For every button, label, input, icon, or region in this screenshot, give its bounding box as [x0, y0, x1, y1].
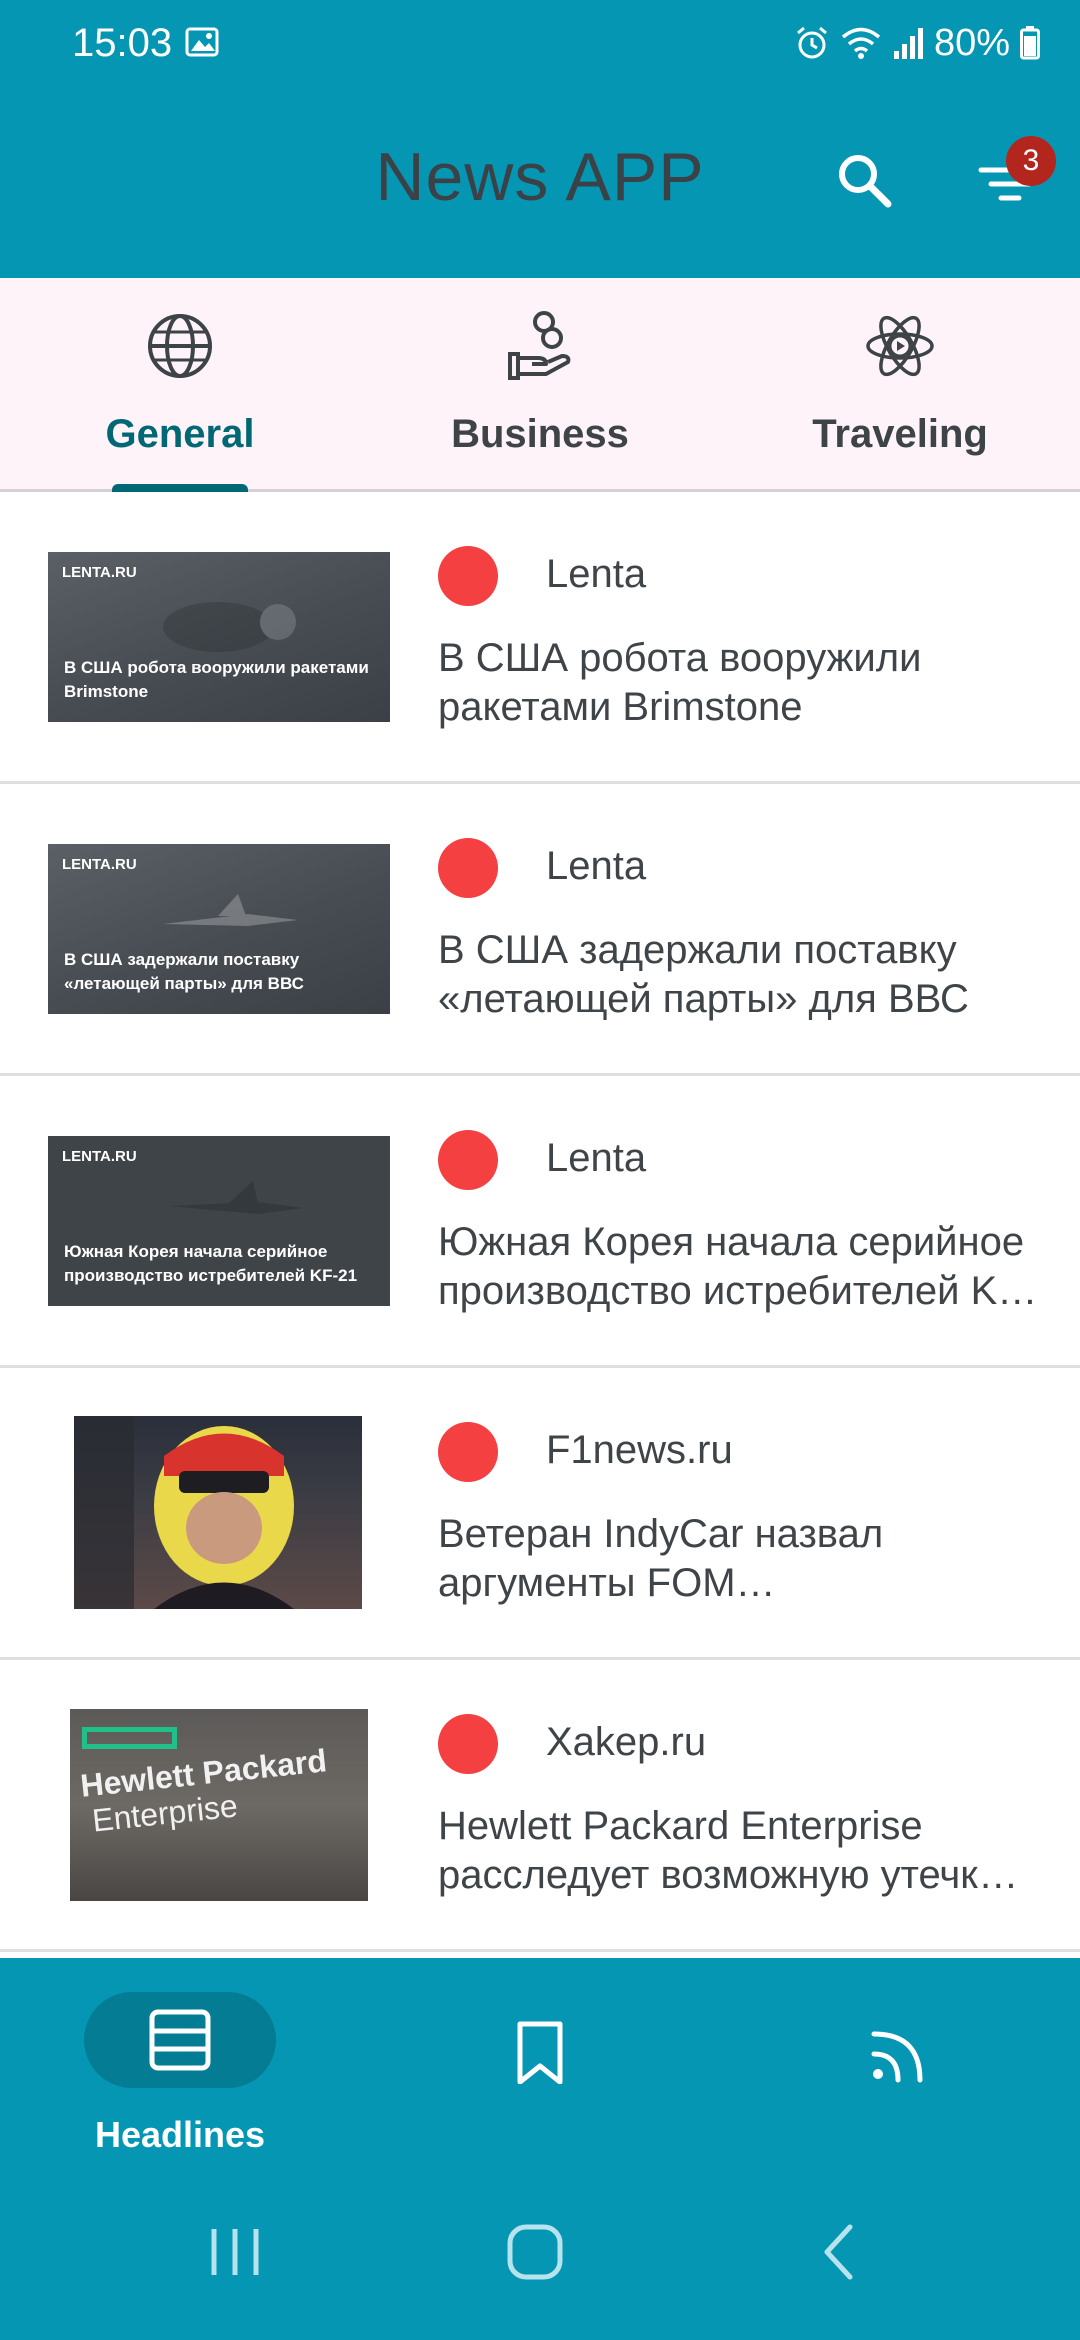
nav-label-headlines: Headlines [94, 2114, 266, 2155]
thumbnail-racer-image [74, 1416, 294, 1609]
news-thumbnail: LENTA.RU Южная Корея начала серийное про… [48, 1136, 390, 1306]
signal-icon [893, 28, 923, 59]
source-avatar [438, 1422, 498, 1482]
thumbnail-logo: LENTA.RU [62, 564, 137, 581]
tab-active-indicator [112, 484, 248, 492]
thumbnail-caption: В США робота вооружили ракетами Brimston… [64, 658, 369, 701]
app-title: News APP [375, 139, 705, 215]
news-headline: Hewlett Packard Enterprise расследует во… [438, 1804, 999, 1897]
thumbnail-logo: LENTA.RU [62, 856, 137, 873]
news-headline: Ветеран IndyCar назвал аргументы FOM «ос… [438, 1512, 884, 1605]
globe-icon [148, 314, 212, 378]
news-headline: В США робота вооружили ракетами Brimston… [438, 636, 922, 729]
tab-business[interactable]: Business [360, 278, 720, 492]
thumbnail-robot-image [163, 602, 296, 652]
status-bar: 15:03 80% [0, 0, 1080, 90]
nav-headlines[interactable]: Headlines [0, 1958, 360, 2165]
bookmark-icon [517, 2021, 563, 2084]
hpe-logo-bar [82, 1727, 177, 1749]
wifi-icon [841, 27, 881, 59]
atom-play-icon [866, 315, 934, 377]
search-icon[interactable] [832, 148, 896, 212]
news-headline: В США задержали поставку «летающей парты… [438, 928, 969, 1021]
tab-label-business: Business [451, 412, 629, 456]
source-avatar [438, 838, 498, 898]
nav-saved[interactable] [360, 1958, 720, 2165]
filter-count-badge: 3 [1006, 136, 1056, 186]
news-item[interactable]: LENTA.RU В США робота вооружили ракетами… [0, 492, 1080, 784]
news-thumbnail: LENTA.RU В США робота вооружили ракетами… [48, 552, 390, 722]
news-list: LENTA.RU В США робота вооружили ракетами… [0, 492, 1080, 1952]
news-item[interactable]: LENTA.RU Южная Корея начала серийное про… [0, 1076, 1080, 1368]
newspaper-icon [149, 2009, 211, 2071]
source-name: Lenta [546, 844, 647, 888]
thumbnail-logo: LENTA.RU [62, 1148, 137, 1165]
tab-label-general: General [105, 412, 255, 456]
rss-feed-icon [871, 2031, 923, 2083]
source-name: Lenta [546, 552, 647, 596]
news-item[interactable]: LENTA.RU В США задержали поставку «летаю… [0, 784, 1080, 1076]
source-avatar [438, 1714, 498, 1774]
system-navigation-bar [0, 2165, 1080, 2340]
news-thumbnail [74, 1416, 362, 1609]
nav-sources[interactable] [720, 1958, 1080, 2165]
thumbnail-caption: В США задержали поставку «летающей парты… [64, 950, 304, 993]
news-thumbnail: Hewlett Packard Enterprise [70, 1709, 368, 1901]
news-headline: Южная Корея начала серийное производство… [438, 1220, 1036, 1313]
tab-label-traveling: Traveling [812, 412, 988, 456]
alarm-icon [796, 26, 827, 59]
status-time: 15:03 [72, 21, 173, 65]
category-tabs: General Business Traveling [0, 278, 1080, 492]
home-icon[interactable] [500, 2217, 570, 2287]
image-icon [185, 27, 219, 57]
source-name: F1news.ru [546, 1428, 733, 1472]
app-bar: News APP 3 [0, 90, 1080, 278]
recent-apps-icon[interactable] [200, 2217, 270, 2287]
source-avatar [438, 546, 498, 606]
bottom-navigation: Headlines [0, 1958, 1080, 2165]
news-item[interactable]: Hewlett Packard Enterprise Xakep.ru Hewl… [0, 1660, 1080, 1952]
tab-traveling[interactable]: Traveling [720, 278, 1080, 492]
source-name: Lenta [546, 1136, 647, 1180]
news-thumbnail: LENTA.RU В США задержали поставку «летаю… [48, 844, 390, 1014]
coins-hand-icon [508, 311, 571, 380]
source-name: Xakep.ru [546, 1720, 707, 1764]
thumbnail-caption: Южная Корея начала серийное производство… [64, 1242, 358, 1285]
thumbnail-jet-image [163, 894, 298, 926]
news-item[interactable]: F1news.ru Ветеран IndyCar назвал аргумен… [0, 1368, 1080, 1660]
back-icon[interactable] [805, 2217, 875, 2287]
battery-icon [1020, 26, 1040, 60]
tab-general[interactable]: General [0, 278, 360, 492]
thumbnail-fighter-image [168, 1181, 303, 1214]
battery-percentage: 80% [933, 22, 1010, 64]
source-avatar [438, 1130, 498, 1190]
